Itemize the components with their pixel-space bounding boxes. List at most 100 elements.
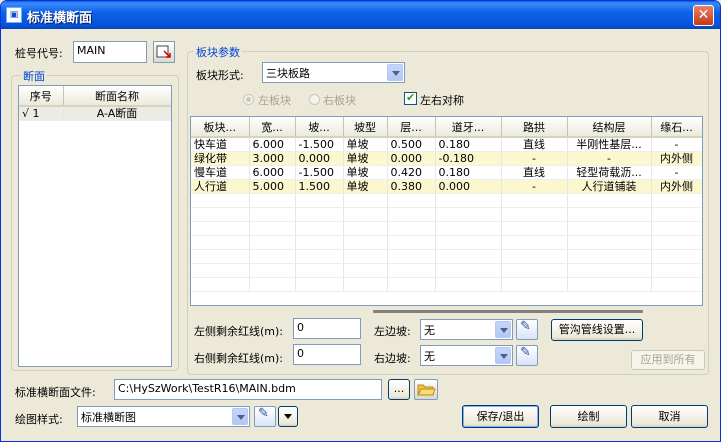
browse-button[interactable]: ... bbox=[388, 379, 410, 400]
close-icon[interactable]: ✕ bbox=[693, 5, 714, 26]
table-cell[interactable]: 快车道 bbox=[191, 137, 250, 152]
table-cell[interactable]: 0.000 bbox=[295, 151, 344, 166]
column-header[interactable]: 断面名称 bbox=[63, 86, 171, 107]
table-cell[interactable]: 直线 bbox=[501, 165, 568, 180]
empty-cell bbox=[501, 249, 568, 264]
table-cell[interactable]: 0.380 bbox=[387, 179, 436, 194]
table-cell[interactable]: 单坡 bbox=[343, 151, 388, 166]
column-header[interactable]: 序号 bbox=[19, 86, 64, 107]
column-header[interactable]: 板块... bbox=[191, 117, 250, 138]
table-cell[interactable]: 慢车道 bbox=[191, 165, 250, 180]
edit-left-slope-icon[interactable] bbox=[516, 319, 538, 340]
chevron-down-icon[interactable] bbox=[232, 408, 248, 425]
empty-cell bbox=[191, 263, 250, 278]
empty-cell bbox=[191, 277, 250, 292]
table-cell[interactable]: 0.180 bbox=[435, 165, 502, 180]
table-cell[interactable]: -1.500 bbox=[295, 137, 344, 152]
apply-all-button[interactable]: 应用到所有 bbox=[631, 350, 705, 370]
table-cell[interactable]: 人行道 bbox=[191, 179, 250, 194]
column-header[interactable]: 道牙... bbox=[435, 117, 502, 138]
right-slope-select[interactable]: 无 bbox=[420, 345, 513, 366]
table-cell[interactable]: 单坡 bbox=[343, 137, 388, 152]
table-cell[interactable]: 内外侧 bbox=[651, 151, 702, 166]
sections-list[interactable]: 序号 断面名称 √ 1 A-A断面 bbox=[18, 85, 172, 367]
style-label: 绘图样式: bbox=[15, 413, 63, 426]
column-header[interactable]: 路拱 bbox=[501, 117, 568, 138]
table-cell[interactable]: - bbox=[651, 137, 702, 152]
empty-cell bbox=[343, 221, 388, 236]
table-cell[interactable]: 3.000 bbox=[249, 151, 296, 166]
empty-cell bbox=[501, 221, 568, 236]
empty-cell bbox=[387, 249, 436, 264]
empty-cell bbox=[249, 263, 296, 278]
empty-cell bbox=[191, 249, 250, 264]
chevron-down-icon[interactable] bbox=[495, 321, 511, 338]
table-cell[interactable]: -1.500 bbox=[295, 165, 344, 180]
table-cell[interactable]: 5.000 bbox=[249, 179, 296, 194]
cancel-button[interactable]: 取消 bbox=[631, 405, 708, 428]
left-redline-input[interactable]: 0 bbox=[293, 318, 361, 339]
table-row[interactable]: 快车道 6.000 -1.500 单坡 0.500 0.180 直线 半刚性基层... - bbox=[191, 137, 702, 152]
title-bar[interactable]: ▣ 标准横断面 ✕ bbox=[1, 1, 720, 29]
right-redline-input[interactable]: 0 bbox=[293, 344, 361, 365]
column-header[interactable]: 缘石... bbox=[651, 117, 702, 138]
table-row[interactable]: 慢车道 6.000 -1.500 单坡 0.420 0.180 直线 轻型荷载沥... - bbox=[191, 165, 702, 180]
table-row[interactable]: 绿化带 3.000 0.000 单坡 0.000 -0.180- - 内外侧 bbox=[191, 151, 702, 166]
table-cell[interactable]: 单坡 bbox=[343, 179, 388, 194]
table-scrollbar[interactable] bbox=[373, 310, 643, 313]
table-cell[interactable]: -0.180 bbox=[435, 151, 502, 166]
chevron-down-icon[interactable] bbox=[387, 64, 403, 81]
column-header[interactable]: 结构层 bbox=[567, 117, 652, 138]
blocks-table[interactable]: 板块... 宽... 坡... 坡型 层... 道牙... 路拱 结构层 缘石.… bbox=[190, 116, 703, 306]
save-exit-button[interactable]: 保存/退出 bbox=[462, 405, 539, 428]
column-header[interactable]: 坡... bbox=[295, 117, 344, 138]
table-cell[interactable]: 6.000 bbox=[249, 165, 296, 180]
station-pick-button[interactable] bbox=[153, 41, 175, 63]
station-input[interactable]: MAIN bbox=[73, 41, 147, 63]
style-select[interactable]: 标准横断图 bbox=[77, 406, 250, 427]
empty-cell bbox=[651, 221, 702, 236]
empty-cell bbox=[249, 249, 296, 264]
table-cell[interactable]: 直线 bbox=[501, 137, 568, 152]
table-cell[interactable]: 0.000 bbox=[435, 179, 502, 194]
symmetric-checkbox[interactable] bbox=[404, 91, 417, 105]
table-cell[interactable]: - bbox=[651, 165, 702, 180]
empty-cell bbox=[387, 277, 436, 292]
table-cell[interactable]: 0.500 bbox=[387, 137, 436, 152]
right-block-radio[interactable] bbox=[309, 94, 320, 105]
left-block-radio[interactable] bbox=[243, 94, 254, 105]
column-header[interactable]: 宽... bbox=[249, 117, 296, 138]
empty-cell bbox=[567, 249, 652, 264]
table-cell[interactable]: 人行道铺装 bbox=[567, 179, 652, 194]
table-cell[interactable]: 6.000 bbox=[249, 137, 296, 152]
pipe-settings-button[interactable]: 管沟管线设置... bbox=[551, 319, 643, 341]
table-cell[interactable]: 绿化带 bbox=[191, 151, 250, 166]
empty-row bbox=[191, 249, 702, 264]
table-cell[interactable]: 轻型荷载沥... bbox=[567, 165, 652, 180]
empty-cell bbox=[295, 221, 344, 236]
table-cell[interactable]: 1.500 bbox=[295, 179, 344, 194]
table-row[interactable]: 人行道 5.000 1.500 单坡 0.380 0.000- 人行道铺装 内外侧 bbox=[191, 179, 702, 194]
edit-right-slope-icon[interactable] bbox=[516, 345, 538, 366]
column-header[interactable]: 坡型 bbox=[343, 117, 388, 138]
table-cell[interactable]: 0.180 bbox=[435, 137, 502, 152]
table-cell[interactable]: 半刚性基层... bbox=[567, 137, 652, 152]
table-cell[interactable]: 0.420 bbox=[387, 165, 436, 180]
draw-button[interactable]: 绘制 bbox=[550, 405, 627, 428]
table-row[interactable]: √ 1 A-A断面 bbox=[19, 106, 171, 121]
edit-style-icon[interactable] bbox=[254, 406, 276, 427]
chevron-down-icon[interactable] bbox=[495, 347, 511, 364]
left-slope-select[interactable]: 无 bbox=[420, 319, 513, 340]
file-path-input[interactable]: C:\HySzWork\TestR16\MAIN.bdm bbox=[114, 379, 382, 400]
table-cell[interactable]: 内外侧 bbox=[651, 179, 702, 194]
table-cell[interactable]: - bbox=[501, 151, 568, 166]
table-cell[interactable]: 0.000 bbox=[387, 151, 436, 166]
open-folder-button[interactable] bbox=[414, 379, 438, 400]
table-cell[interactable]: 单坡 bbox=[343, 165, 388, 180]
table-cell[interactable]: - bbox=[567, 151, 652, 166]
block-form-select[interactable]: 三块板路 bbox=[262, 62, 405, 83]
table-cell[interactable]: - bbox=[501, 179, 568, 194]
column-header[interactable]: 层... bbox=[387, 117, 436, 138]
style-menu-button[interactable] bbox=[278, 406, 298, 427]
empty-cell bbox=[295, 249, 344, 264]
